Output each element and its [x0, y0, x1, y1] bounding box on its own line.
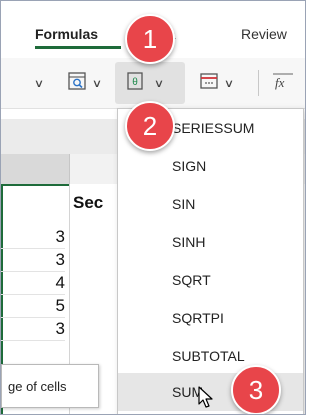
menu-item-sqrtpi[interactable]: SQRTPI	[118, 299, 303, 337]
chevron-down-icon: ∨	[33, 77, 45, 90]
svg-text:fx: fx	[275, 75, 285, 90]
math-trig-dropdown-menu: SERIESSUM SIGN SIN SINH SQRT SQRTPI SUBT…	[117, 108, 304, 414]
more-functions-button[interactable]: ∨	[199, 66, 235, 100]
menu-item-sign[interactable]: SIGN	[118, 147, 303, 185]
chevron-down-icon: ∨	[223, 77, 235, 90]
cell-header-text[interactable]: Sec	[73, 193, 103, 213]
step-callout-3: 3	[231, 365, 281, 414]
cell-value[interactable]: 3	[1, 249, 65, 272]
toolbar-separator	[258, 70, 259, 96]
previous-group-dropdown[interactable]: ∨	[33, 66, 45, 100]
more-functions-icon	[199, 71, 219, 96]
step-callout-2: 2	[125, 101, 175, 151]
cell-value[interactable]: 3	[1, 226, 65, 249]
excel-window: Formulas ata Review ∨ ∨	[0, 0, 306, 415]
function-tooltip: ge of cells	[1, 364, 99, 408]
menu-item-subtotal[interactable]: SUBTOTAL	[118, 337, 303, 375]
math-trig-button[interactable]: θ ∨	[125, 66, 165, 100]
column-header-selected[interactable]	[1, 154, 69, 186]
cell-value[interactable]: 3	[1, 318, 65, 341]
tab-formulas[interactable]: Formulas	[35, 26, 98, 42]
step-callout-1: 1	[125, 14, 175, 64]
insert-function-icon: fx	[271, 70, 295, 97]
svg-text:θ: θ	[132, 77, 138, 88]
menu-item-sin[interactable]: SIN	[118, 185, 303, 223]
mouse-pointer-icon	[197, 386, 217, 410]
tab-review[interactable]: Review	[241, 26, 287, 42]
lookup-reference-icon	[67, 71, 87, 96]
menu-item-sqrt[interactable]: SQRT	[118, 261, 303, 299]
chevron-down-icon: ∨	[91, 77, 103, 90]
chevron-down-icon: ∨	[153, 77, 165, 90]
cell-value[interactable]: 5	[1, 295, 65, 318]
menu-item-sinh[interactable]: SINH	[118, 223, 303, 261]
cell-value[interactable]: 4	[1, 272, 65, 295]
active-tab-indicator	[35, 46, 121, 49]
lookup-reference-button[interactable]: ∨	[67, 66, 103, 100]
math-trig-icon: θ	[125, 71, 145, 96]
insert-function-button[interactable]: fx	[271, 66, 295, 100]
